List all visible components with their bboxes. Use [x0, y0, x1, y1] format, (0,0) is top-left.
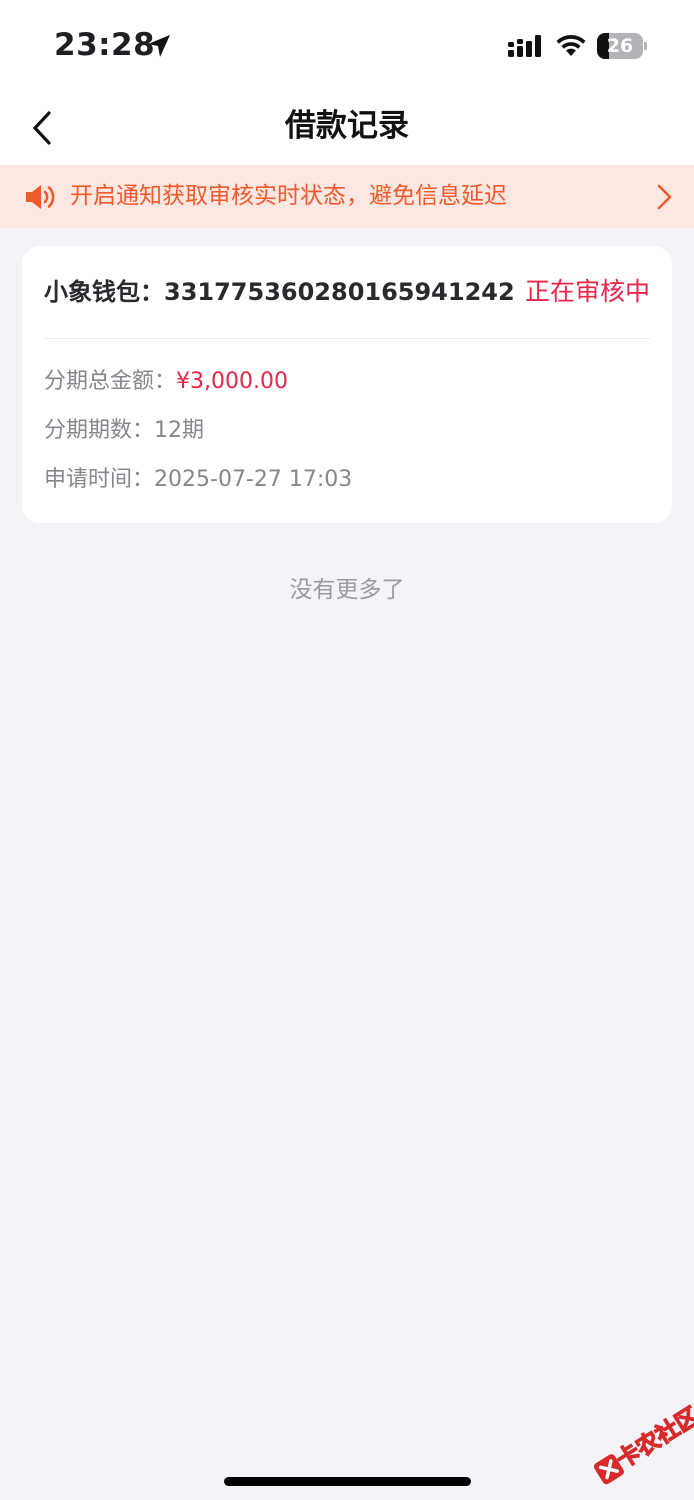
page-title: 借款记录	[285, 108, 409, 144]
notification-text: 开启通知获取审核实时状态，避免信息延迟	[70, 183, 507, 209]
watermark-text: 卡农社区	[612, 1402, 694, 1474]
periods-label: 分期期数：	[44, 418, 155, 443]
home-indicator[interactable]	[224, 1477, 471, 1486]
nav-bar: 借款记录	[0, 92, 694, 165]
location-arrow-icon	[148, 35, 170, 57]
battery-icon: 26	[597, 33, 647, 59]
status-bar: 23:28 26	[0, 0, 694, 92]
battery-body: 26	[597, 33, 643, 59]
wifi-icon	[556, 34, 586, 56]
speaker-icon	[26, 185, 55, 209]
chevron-right-icon	[657, 184, 672, 210]
watermark: 卡农社区	[575, 1386, 694, 1500]
battery-level: 26	[606, 35, 634, 57]
list-end-text: 没有更多了	[289, 577, 405, 603]
cellular-signal-icon	[508, 35, 541, 57]
status-time: 23:28	[54, 27, 156, 63]
time-label: 申请时间：	[44, 467, 155, 492]
periods-row: 分期期数：12期	[44, 413, 204, 449]
amount-row: 分期总金额：¥3,000.00	[44, 364, 288, 400]
time-row: 申请时间：2025-07-27 17:03	[44, 462, 352, 498]
amount-value: ¥3,000.00	[176, 369, 288, 394]
record-title: 小象钱包：331775360280165941242	[44, 278, 515, 306]
periods-value: 12期	[154, 418, 205, 443]
loan-record-card[interactable]: 小象钱包：331775360280165941242 正在审核中 分期总金额：¥…	[22, 246, 672, 523]
amount-label: 分期总金额：	[44, 369, 177, 394]
status-badge: 正在审核中	[524, 277, 650, 306]
loan-records-screen: 23:28 26 借款记录 开启通知获取审核实时状态，避免信息延迟 小象钱包：3…	[0, 0, 694, 1500]
time-value: 2025-07-27 17:03	[154, 467, 353, 492]
notification-banner[interactable]: 开启通知获取审核实时状态，避免信息延迟	[0, 165, 694, 228]
battery-nub	[644, 42, 647, 50]
chevron-left-icon	[33, 111, 51, 145]
record-header: 小象钱包：331775360280165941242 正在审核中	[22, 246, 672, 338]
back-button[interactable]	[18, 100, 66, 156]
divider	[44, 338, 650, 339]
